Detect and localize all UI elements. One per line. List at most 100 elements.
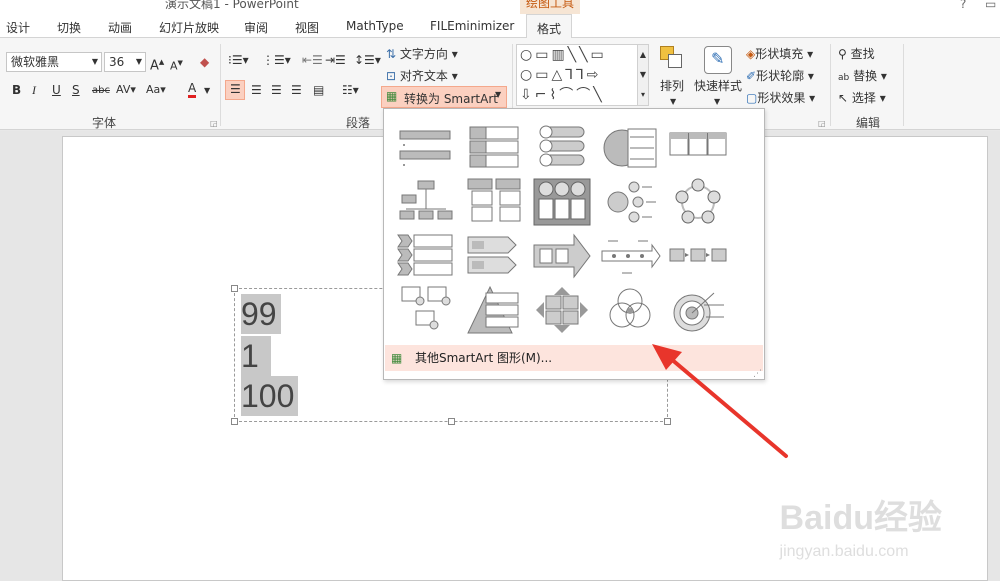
numbering-icon[interactable]: ⋮☰▾ — [262, 52, 291, 68]
align-right-icon[interactable]: ☰ — [271, 82, 282, 98]
smartart-timeline-icon[interactable] — [598, 231, 662, 281]
chevron-down-icon: ▼ — [495, 90, 502, 99]
convert-smartart-button[interactable]: ▦ 转换为 SmartArt ▼ — [381, 86, 507, 108]
align-text-icon: ⊡ — [386, 69, 397, 83]
shadow-icon[interactable]: S — [72, 82, 80, 98]
dialog-launcher-icon[interactable]: ◲ — [818, 116, 826, 132]
smartart-icon: ▦ — [386, 89, 398, 103]
text-direction-button[interactable]: ⇅ 文字方向 ▾ — [386, 46, 458, 62]
slide-text-line[interactable]: 100 — [241, 376, 299, 416]
change-case-icon[interactable]: Aa▾ — [146, 82, 166, 98]
increase-indent-icon[interactable]: ⇥☰ — [325, 52, 346, 68]
align-center-icon[interactable]: ☰ — [251, 82, 262, 98]
bullets-icon[interactable]: ⁝☰▾ — [228, 52, 249, 68]
shrink-font-icon[interactable]: A▼ — [170, 55, 183, 75]
resize-handle[interactable] — [448, 418, 455, 425]
tab-fileminimizer[interactable]: FILEminimizer — [430, 19, 514, 33]
quick-styles-icon[interactable]: ✎ — [704, 46, 732, 74]
bold-icon[interactable]: B — [12, 82, 21, 98]
tab-review[interactable]: 审阅 — [244, 19, 268, 36]
distribute-icon[interactable]: ▤ — [313, 82, 324, 98]
tab-animations[interactable]: 动画 — [108, 19, 132, 36]
smartart-venn-icon[interactable] — [598, 285, 662, 335]
smartart-circle-list-icon[interactable] — [530, 123, 594, 173]
shapes-row-1: ○▭▥╲╲▭ — [520, 47, 607, 63]
chevron-down-icon[interactable]: ▼ — [204, 83, 210, 99]
smartart-nested-list-icon[interactable] — [598, 123, 662, 173]
tab-slideshow[interactable]: 幻灯片放映 — [159, 19, 219, 36]
decrease-indent-icon[interactable]: ⇤☰ — [302, 52, 323, 68]
resize-handle[interactable] — [231, 418, 238, 425]
divider — [830, 44, 831, 126]
shapes-gallery[interactable]: ○▭▥╲╲▭ ○▭△⅂⅂⇨ ⇩⌐⌇⌒⌒╲ — [516, 44, 638, 106]
smartart-grid-list-icon[interactable] — [666, 123, 730, 173]
font-name-select[interactable]: 微软雅黑 ▼ — [6, 52, 102, 72]
columns-icon[interactable]: ☷▾ — [342, 82, 359, 98]
smartart-basic-process-icon[interactable] — [666, 231, 730, 281]
font-size-select[interactable]: 36 ▼ — [104, 52, 146, 72]
smartart-hierarchy-list-icon[interactable] — [462, 177, 526, 227]
smartart-table-list-icon[interactable] — [462, 123, 526, 173]
smartart-matrix-icon[interactable] — [530, 285, 594, 335]
smartart-chevron-list-icon[interactable] — [394, 231, 458, 281]
smartart-process-arrow-icon[interactable] — [530, 231, 594, 281]
font-group-label: 字体 — [92, 116, 117, 130]
ribbon-tabs: 设计 切换 动画 幻灯片放映 审阅 视图 MathType FILEminimi… — [0, 14, 1000, 39]
find-button[interactable]: ⚲ 查找 — [838, 46, 875, 62]
slide-text-line[interactable]: 1 — [241, 336, 271, 376]
replace-button[interactable]: ab 替换 ▾ — [838, 68, 887, 86]
window-title: 演示文稿1 - PowerPoint — [165, 0, 299, 11]
restore-icon[interactable]: ▭ — [985, 0, 996, 11]
shape-effects-button[interactable]: ▢形状效果 ▾ — [746, 90, 815, 106]
resize-handle[interactable] — [231, 285, 238, 292]
shape-fill-button[interactable]: ◈形状填充 ▾ — [746, 46, 813, 62]
smartart-arrow-list-icon[interactable] — [462, 231, 526, 281]
select-button[interactable]: ↖ 选择 ▾ — [838, 90, 886, 106]
strikethrough-icon[interactable]: abc — [92, 83, 110, 99]
smartart-picture-list-icon[interactable] — [530, 177, 594, 227]
smartart-target-icon[interactable] — [666, 285, 730, 335]
replace-icon: ab — [838, 73, 850, 83]
underline-icon[interactable]: U — [52, 82, 61, 98]
smartart-radial-cluster-icon[interactable] — [598, 177, 662, 227]
slide-text-line[interactable]: 99 — [241, 294, 281, 334]
tab-format[interactable]: 格式 — [526, 14, 573, 39]
pen-icon: ✐ — [746, 69, 757, 83]
smartart-picture-caption-icon[interactable] — [394, 285, 458, 335]
convert-smartart-label: 转换为 SmartArt — [404, 92, 498, 106]
smartart-org-chart-icon[interactable] — [394, 177, 458, 227]
line-spacing-icon[interactable]: ↕☰▾ — [354, 52, 381, 68]
tab-view[interactable]: 视图 — [295, 19, 319, 36]
tab-mathtype[interactable]: MathType — [346, 19, 404, 33]
dialog-launcher-icon[interactable]: ◲ — [210, 116, 218, 132]
italic-icon[interactable]: I — [32, 82, 36, 98]
align-text-button[interactable]: ⊡ 对齐文本 ▾ — [386, 68, 458, 84]
gallery-scroll[interactable]: ▲ ▼ ▾ — [637, 44, 649, 106]
arrange-icon[interactable] — [660, 46, 684, 70]
shape-outline-button[interactable]: ✐形状轮廓 ▾ — [746, 68, 814, 84]
char-spacing-icon[interactable]: AV▾ — [116, 82, 136, 98]
align-left-button[interactable]: ☰ — [225, 80, 245, 100]
quick-styles-label[interactable]: 快速样式 — [694, 78, 742, 94]
title-bar: 演示文稿1 - PowerPoint 绘图工具 ? ▭ — [0, 0, 1000, 14]
watermark: Baidu经验 jingyan.baidu.com — [780, 490, 942, 561]
justify-icon[interactable]: ☰ — [291, 82, 302, 98]
shape-effects-label: 形状效果 — [757, 91, 806, 105]
select-label: 选择 — [851, 91, 876, 105]
arrange-label[interactable]: 排列 — [660, 78, 684, 94]
grow-font-icon[interactable]: A▲ — [150, 54, 164, 74]
clear-format-icon[interactable]: ◆ — [200, 54, 209, 70]
help-icon[interactable]: ? — [960, 0, 966, 11]
font-size-value: 36 — [109, 55, 125, 69]
shapes-row-3: ⇩⌐⌇⌒⌒╲ — [520, 87, 605, 103]
smartart-basic-list-icon[interactable] — [394, 123, 458, 173]
smartart-cycle-icon[interactable] — [666, 177, 730, 227]
smartart-pyramid-list-icon[interactable] — [462, 285, 526, 335]
text-direction-label: 文字方向 — [399, 47, 448, 61]
watermark-brand: Baidu经验 — [779, 499, 942, 537]
tab-design[interactable]: 设计 — [6, 19, 30, 36]
font-color-icon[interactable]: A — [188, 81, 197, 98]
editing-group-label: 编辑 — [856, 116, 881, 130]
tab-transitions[interactable]: 切换 — [57, 19, 81, 36]
shape-outline-label: 形状轮廓 — [756, 69, 805, 83]
